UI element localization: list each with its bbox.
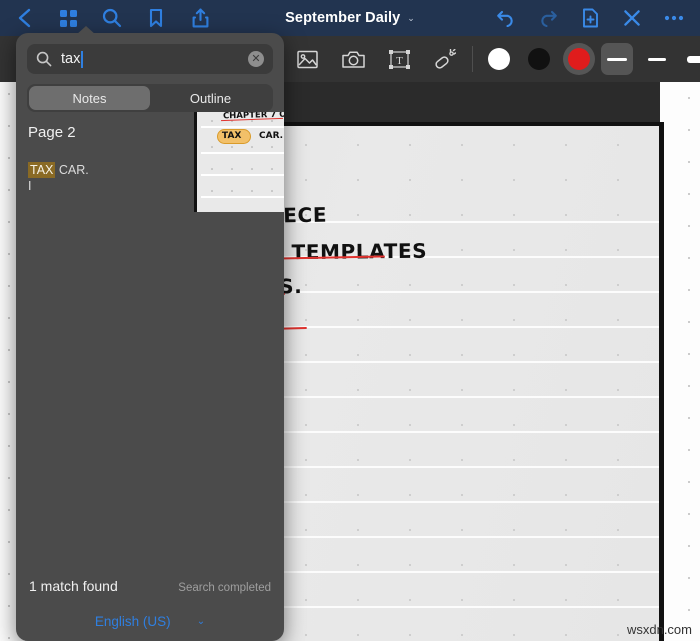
- more-options-icon[interactable]: [659, 4, 689, 32]
- clear-search-button[interactable]: ✕: [248, 51, 264, 67]
- thumb-text-car: CAR.: [259, 131, 284, 141]
- share-icon[interactable]: [185, 4, 215, 32]
- next-page-peek: [660, 82, 700, 641]
- goodnotes-app-window: September Daily ⌄ T PIECE TEMPLATES wsxd…: [0, 0, 700, 641]
- add-page-icon[interactable]: [575, 4, 605, 32]
- stroke-width-medium[interactable]: [641, 43, 673, 75]
- search-query-text: tax: [61, 51, 81, 67]
- search-panel-footer: 1 match found Search completed English (…: [16, 578, 284, 641]
- text-box-icon[interactable]: T: [382, 42, 416, 76]
- search-icon: [36, 51, 52, 67]
- result-page-thumbnail[interactable]: CHAPTER 7 OF NOVEL TAX CAR.: [194, 112, 284, 212]
- color-swatch-white[interactable]: [483, 43, 515, 75]
- back-icon[interactable]: [9, 4, 39, 32]
- color-swatch-black[interactable]: [523, 43, 555, 75]
- panel-pointer-arrow: [76, 26, 96, 35]
- search-row: tax ✕: [16, 33, 284, 74]
- chevron-down-icon: ⌄: [196, 616, 206, 627]
- toolbar-divider: [472, 46, 473, 72]
- page-title: September Daily: [285, 10, 401, 26]
- camera-icon[interactable]: [336, 42, 370, 76]
- search-status-row: 1 match found Search completed: [29, 578, 271, 614]
- stroke-width-thick[interactable]: [681, 43, 700, 75]
- search-result-row[interactable]: Page 2 TAX CAR. I CHAPTER 7 OF TAX CAR.: [16, 112, 284, 212]
- search-query-value: tax: [61, 50, 239, 68]
- tab-outline[interactable]: Outline: [150, 86, 271, 110]
- topbar-left-icon-group: [0, 4, 215, 32]
- language-label: English (US): [94, 614, 171, 629]
- image-icon[interactable]: [290, 42, 324, 76]
- result-snippet-highlight: TAX: [28, 162, 56, 178]
- top-navigation-bar: September Daily ⌄: [0, 0, 700, 36]
- bookmark-icon[interactable]: [141, 4, 171, 32]
- match-count-text: 1 match found: [29, 578, 118, 594]
- search-status-text: Search completed: [178, 582, 271, 594]
- undo-icon[interactable]: [491, 4, 521, 32]
- close-icon[interactable]: [617, 4, 647, 32]
- tab-notes[interactable]: Notes: [29, 86, 150, 110]
- search-input[interactable]: tax ✕: [27, 44, 273, 74]
- color-swatch-group: [483, 43, 595, 75]
- language-selector[interactable]: English (US) ⌄: [29, 614, 271, 633]
- stroke-width-group: [601, 43, 700, 75]
- chevron-down-icon[interactable]: ⌄: [407, 13, 415, 23]
- stroke-width-thin[interactable]: [601, 43, 633, 75]
- watermark: wsxdn.com: [626, 622, 692, 637]
- color-swatch-red[interactable]: [563, 43, 595, 75]
- search-results-list: Page 2 TAX CAR. I CHAPTER 7 OF TAX CAR.: [16, 112, 284, 578]
- search-scope-tabs: Notes Outline: [27, 84, 273, 112]
- magic-eraser-icon[interactable]: [428, 42, 462, 76]
- result-snippet-rest: CAR.: [55, 163, 89, 177]
- topbar-right-icon-group: [491, 4, 700, 32]
- search-icon[interactable]: [97, 4, 127, 32]
- redo-icon[interactable]: [533, 4, 563, 32]
- svg-text:T: T: [396, 55, 403, 67]
- thumb-text-tax: TAX: [221, 130, 242, 142]
- search-panel: tax ✕ Notes Outline Page 2 TAX CAR. I CH…: [16, 33, 284, 641]
- text-caret: [81, 50, 84, 68]
